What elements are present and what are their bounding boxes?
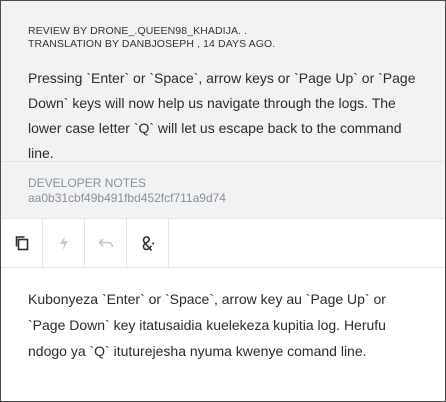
- translation-author: TRANSLATION BY DANBJOSEPH , 14 DAYS AGO.: [28, 38, 276, 50]
- suggestion-button[interactable]: [43, 219, 85, 267]
- undo-button[interactable]: [85, 219, 127, 267]
- lightning-icon: [57, 235, 71, 251]
- source-text: Pressing `Enter` or `Space`, arrow keys …: [28, 70, 416, 161]
- translation-text[interactable]: Kubonyeza `Enter` or `Space`, arrow key …: [1, 268, 445, 364]
- copy-icon: [14, 235, 30, 251]
- developer-notes-hash: aa0b31cbf49b491fbd452fcf711a9d74: [28, 191, 226, 205]
- editor-toolbar: [1, 218, 445, 268]
- special-chars-icon: [140, 235, 156, 252]
- developer-notes: DEVELOPER NOTES aa0b31cbf49b491fbd452fcf…: [1, 161, 445, 218]
- special-characters-button[interactable]: [127, 219, 169, 267]
- undo-icon: [97, 236, 115, 250]
- review-author: REVIEW BY DRONE_.QUEEN98_KHADIJA. .: [28, 25, 248, 37]
- developer-notes-label: DEVELOPER NOTES: [28, 176, 147, 190]
- copy-source-button[interactable]: [1, 219, 43, 267]
- review-section: REVIEW BY DRONE_.QUEEN98_KHADIJA. . TRAN…: [1, 1, 445, 161]
- translation-review-panel: REVIEW BY DRONE_.QUEEN98_KHADIJA. . TRAN…: [0, 0, 446, 402]
